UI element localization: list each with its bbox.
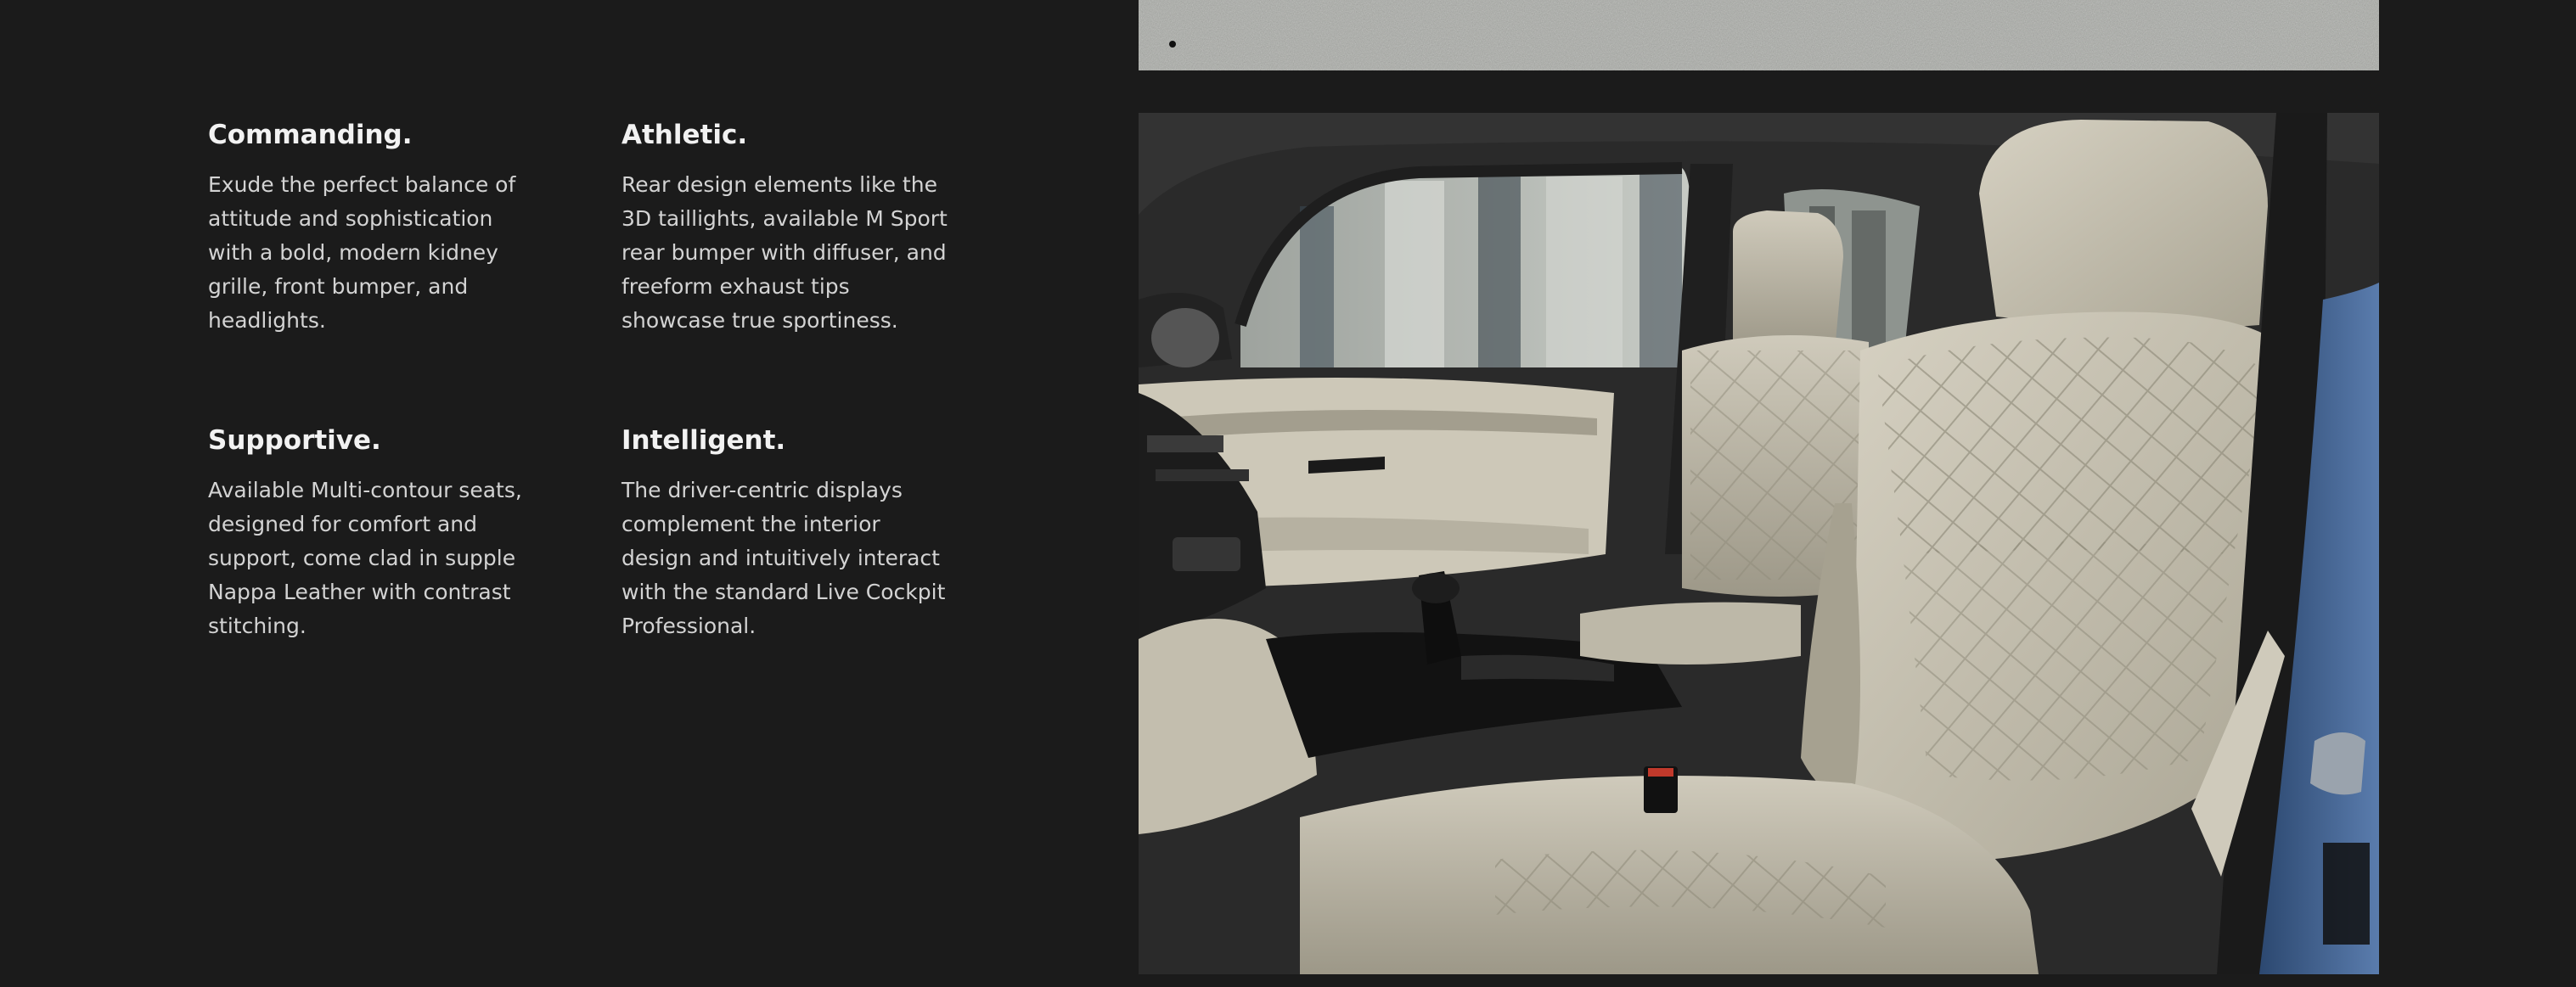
feature-description: The driver-centric displays complement t…: [622, 478, 946, 638]
feature-title: Athletic.: [622, 120, 748, 150]
feature-title: Supportive.: [208, 425, 381, 456]
feature-intelligent: Intelligent. The driver-centric displays…: [622, 423, 953, 643]
feature-supportive: Supportive. Available Multi-contour seat…: [208, 423, 531, 643]
feature-description: Exude the perfect balance of attitude an…: [208, 172, 516, 333]
car-interior-image: [1139, 113, 2379, 974]
feature-title: Intelligent.: [622, 425, 786, 456]
feature-title: Commanding.: [208, 120, 413, 150]
feature-commanding: Commanding. Exude the perfect balance of…: [208, 117, 531, 338]
road-surface-image: [1139, 0, 2379, 70]
feature-athletic: Athletic. Rear design elements like the …: [622, 117, 953, 338]
feature-description: Available Multi-contour seats, designed …: [208, 478, 522, 638]
feature-description: Rear design elements like the 3D taillig…: [622, 172, 948, 333]
page: Commanding. Exude the perfect balance of…: [0, 0, 2576, 987]
